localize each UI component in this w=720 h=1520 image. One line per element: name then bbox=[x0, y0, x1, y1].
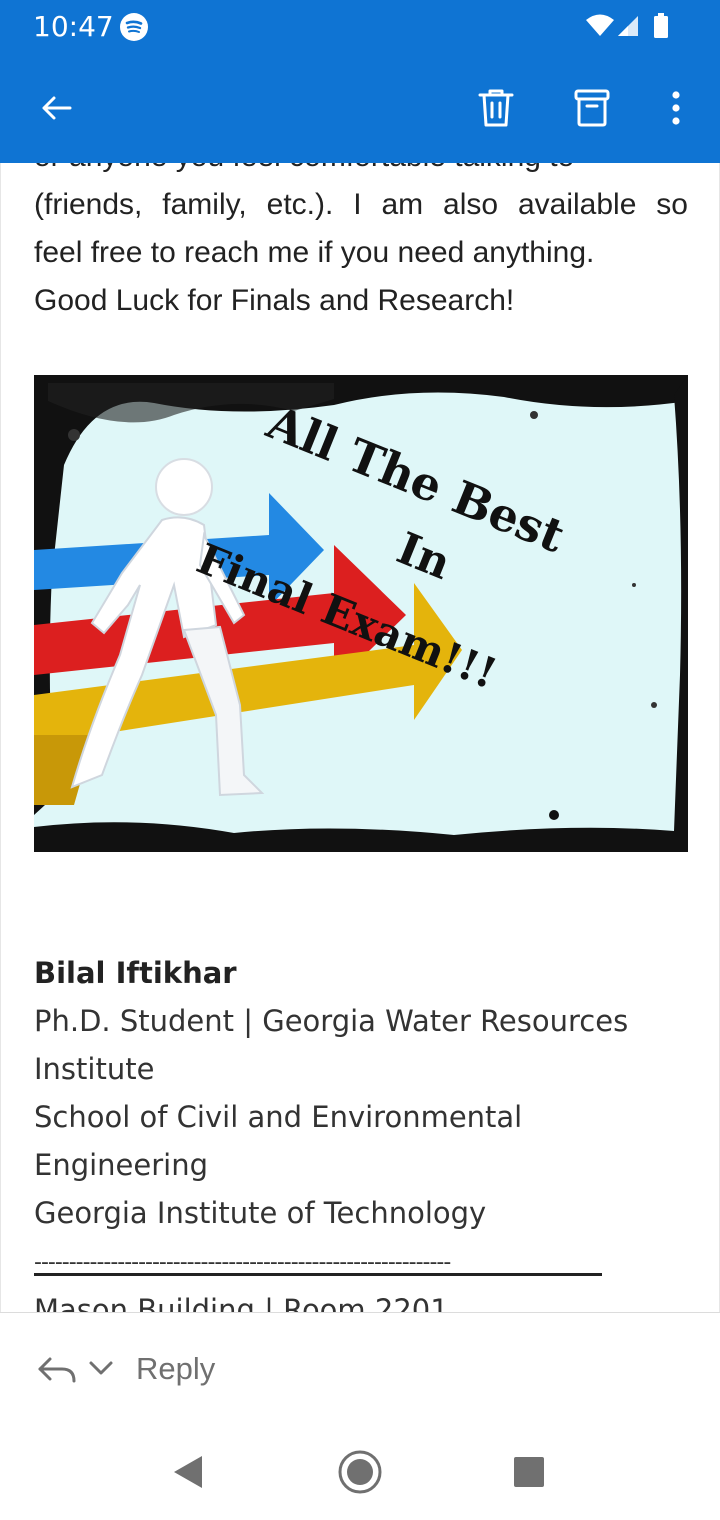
signature-line-6: Mason Building | Room 2201 bbox=[34, 1293, 449, 1312]
delete-button[interactable] bbox=[468, 80, 524, 136]
app-bar bbox=[0, 52, 720, 163]
back-button[interactable] bbox=[28, 80, 84, 136]
signature-line-5: Georgia Institute of Technology bbox=[34, 1196, 487, 1230]
battery-icon bbox=[654, 13, 668, 38]
reply-icon bbox=[38, 1357, 76, 1383]
signature-line-2: Institute bbox=[34, 1052, 155, 1086]
motivational-image: All The Best In Final Exam!!! bbox=[34, 375, 688, 852]
archive-button[interactable] bbox=[564, 80, 620, 136]
system-nav-bar bbox=[0, 1424, 720, 1520]
status-time: 10:47 bbox=[33, 10, 114, 43]
message-text: or anyone you feel comfortable talking t… bbox=[34, 163, 688, 325]
partial-line: or anyone you feel comfortable talking t… bbox=[34, 163, 688, 181]
reply-bar: Reply bbox=[0, 1312, 720, 1425]
more-vert-icon bbox=[672, 91, 680, 125]
home-circle-icon[interactable] bbox=[336, 1448, 384, 1496]
signature: Bilal Iftikhar Ph.D. Student | Georgia W… bbox=[34, 949, 694, 1312]
body-line-2: feel free to reach me if you need anythi… bbox=[34, 236, 595, 269]
reply-button[interactable]: Reply bbox=[30, 1341, 230, 1397]
back-arrow-icon bbox=[42, 96, 72, 120]
body-line-3: Good Luck for Finals and Research! bbox=[34, 284, 515, 317]
body-line-1: (friends, family, etc.). I am also avail… bbox=[34, 188, 688, 221]
archive-icon bbox=[574, 89, 610, 127]
signature-line-1: Ph.D. Student | Georgia Water Resources bbox=[34, 1004, 629, 1038]
signature-line-4: Engineering bbox=[34, 1148, 208, 1182]
more-options-button[interactable] bbox=[648, 80, 704, 136]
recents-square-icon[interactable] bbox=[512, 1455, 546, 1489]
reply-label: Reply bbox=[136, 1351, 216, 1386]
signal-icon bbox=[618, 16, 638, 36]
signature-name: Bilal Iftikhar bbox=[34, 956, 237, 990]
trash-icon bbox=[478, 89, 514, 127]
chevron-down-icon[interactable] bbox=[88, 1359, 114, 1379]
signature-line-3: School of Civil and Environmental bbox=[34, 1100, 523, 1134]
wifi-icon bbox=[586, 14, 614, 36]
status-bar: 10:47 bbox=[0, 0, 720, 52]
message-body[interactable]: or anyone you feel comfortable talking t… bbox=[0, 163, 720, 1312]
spotify-icon bbox=[120, 13, 148, 41]
back-triangle-icon[interactable] bbox=[172, 1454, 206, 1490]
